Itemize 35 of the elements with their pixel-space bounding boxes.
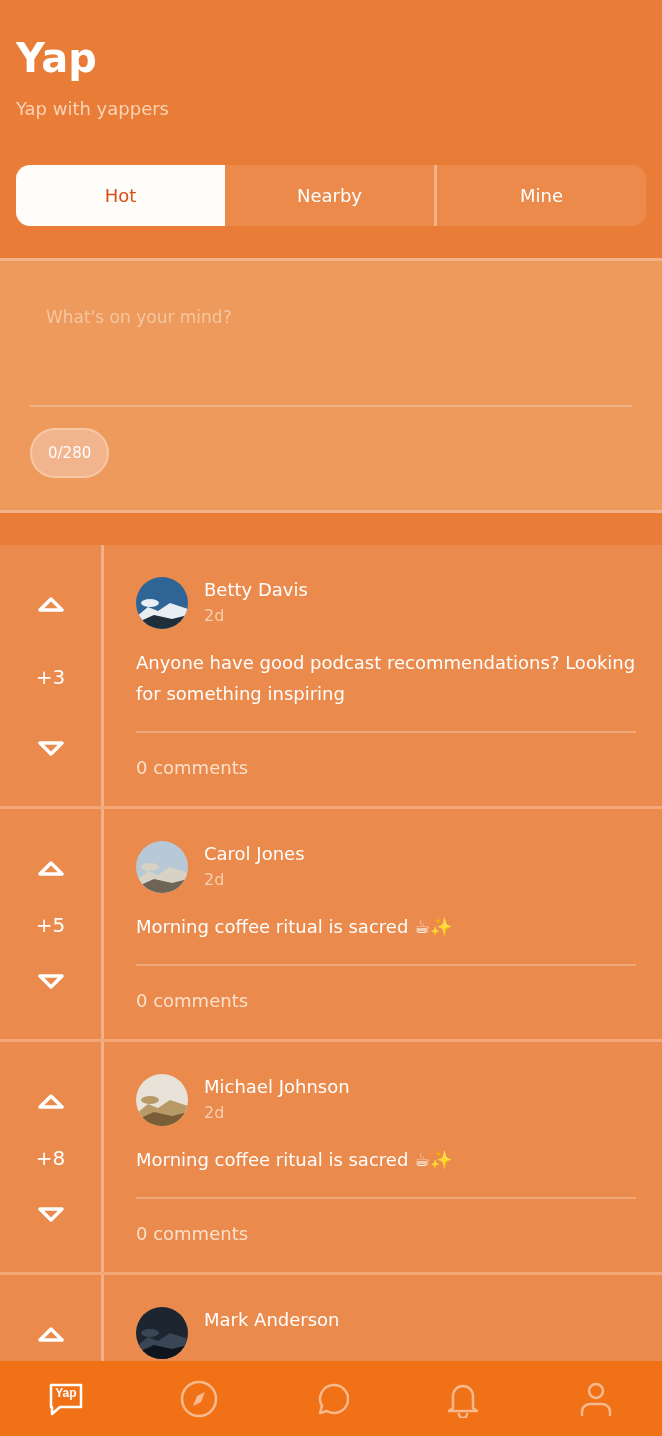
tab[interactable]: Hot [16, 165, 225, 226]
tab[interactable]: Nearby [225, 165, 434, 226]
character-counter: 0/280 [30, 428, 110, 478]
logo-text: Yap [55, 1385, 77, 1400]
compass-icon [179, 1379, 218, 1418]
upvote-icon[interactable] [37, 1094, 64, 1110]
vote-score: +3 [35, 664, 66, 689]
upvote-icon[interactable] [37, 1327, 64, 1343]
author-name: Betty Davis [204, 579, 308, 600]
downvote-icon[interactable] [37, 740, 64, 756]
upvote-icon[interactable] [37, 861, 64, 877]
downvote-icon[interactable] [37, 973, 64, 989]
comments-link[interactable]: 0 comments [136, 1223, 636, 1244]
upvote-icon[interactable] [37, 597, 64, 613]
post-composer-field[interactable]: What's on your mind? 0/280 [0, 258, 662, 513]
post-time: 2d [204, 606, 226, 625]
profile-icon [578, 1380, 613, 1417]
post-text: Anyone have good podcast recommendations? Looking for something inspiring [136, 647, 636, 733]
nav-button[interactable]: Yap [46, 1378, 87, 1419]
author-name: Mark Anderson [204, 1309, 340, 1330]
author-name: Carol Jones [204, 843, 305, 864]
tab[interactable]: Mine [434, 165, 646, 226]
post-text: Morning coffee ritual is sacred ☕✨ [136, 911, 636, 966]
vote-score: +5 [35, 913, 66, 937]
post-time: 2d [204, 870, 226, 889]
nav-button[interactable] [178, 1378, 219, 1419]
post-text: Morning coffee ritual is sacred ☕✨ [136, 1144, 636, 1199]
comments-link[interactable]: 0 comments [136, 990, 636, 1011]
downvote-icon[interactable] [37, 1206, 64, 1222]
post-time: 2d [204, 1103, 226, 1122]
author-name: Michael Johnson [204, 1076, 350, 1097]
comments-link[interactable]: 0 comments [136, 757, 636, 778]
app-subtitle: Yap with yappers [16, 98, 170, 119]
app-title: Yap [16, 34, 98, 83]
vote-score: +8 [35, 1146, 66, 1170]
